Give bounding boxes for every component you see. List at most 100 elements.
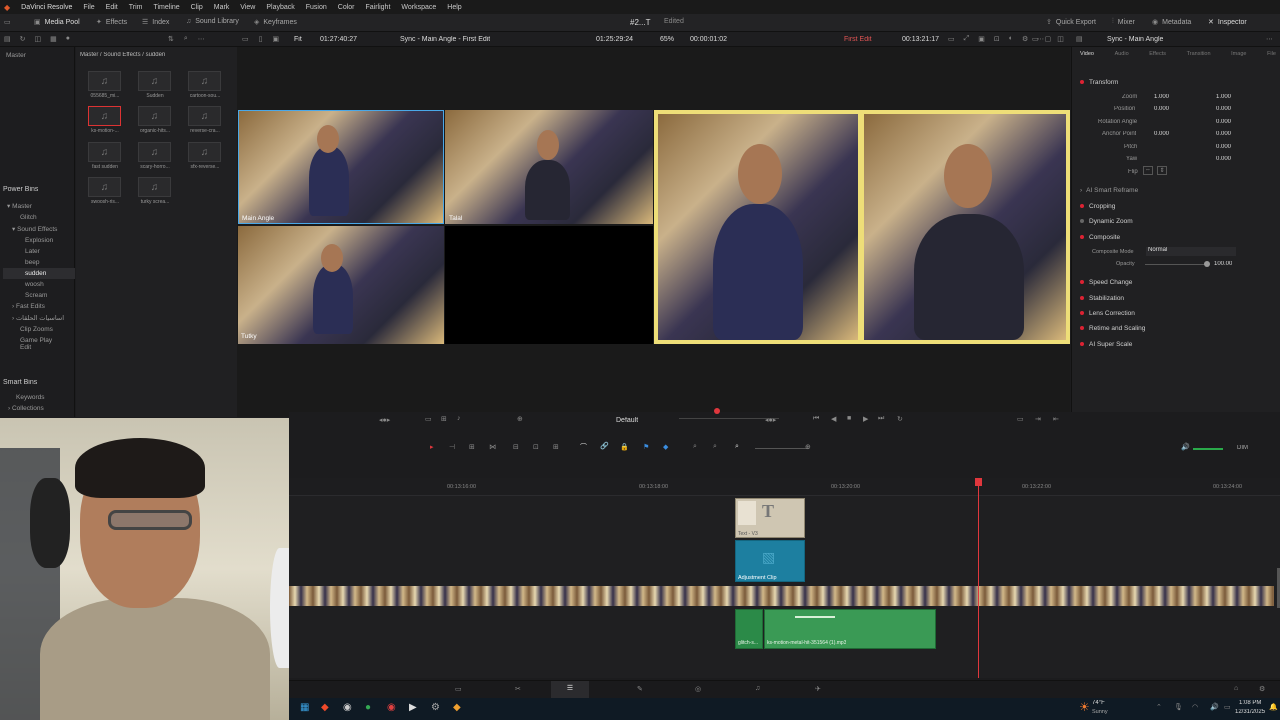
bin-sudden[interactable]: sudden [3,268,75,279]
anchor-x-field[interactable]: 0.000 [1154,131,1169,137]
menu-fairlight[interactable]: Fairlight [366,4,391,11]
clip-view-icon[interactable]: ▭ [1032,35,1039,43]
jog-shuttle-icon[interactable]: ◂●▸ [765,416,776,424]
bin-scream[interactable]: Scream [3,290,75,301]
section-retime-scaling[interactable]: Retime and Scaling [1080,322,1275,334]
clock-date[interactable]: 12/31/2025 [1235,709,1265,715]
file-explorer-icon[interactable]: ▦ [300,702,309,713]
media-page-icon[interactable]: ▭ [455,685,462,693]
inspector-toggle-icon[interactable]: ▤ [1076,35,1083,43]
timeline-zoom-slider[interactable] [755,448,809,449]
tray-wifi-icon[interactable]: ◠ [1192,703,1198,711]
bin-sound-effects[interactable]: ▾ Sound Effects [3,223,75,235]
bin-arabic[interactable]: › اساسيات الحلقات [3,312,75,324]
index-button[interactable]: ☰ Index [142,18,169,27]
overwrite-clip-icon[interactable]: ⊡ [533,443,539,451]
single-viewer-icon[interactable]: ▭ [242,35,249,43]
section-stabilization[interactable]: Stabilization [1080,292,1275,304]
cinema-viewer-icon[interactable]: ▣ [272,35,279,43]
playhead-handle[interactable] [975,478,982,486]
linked-selection-icon[interactable]: 🔗 [600,442,609,450]
smart-bin-collections[interactable]: › Collections [3,403,58,414]
opacity-field[interactable]: 100.00 [1214,261,1232,267]
color-page-icon[interactable]: ◎ [695,685,701,693]
section-enabled-icon[interactable] [1080,296,1084,300]
menu-fusion[interactable]: Fusion [306,4,327,11]
search-icon[interactable]: ⌕ [184,35,188,43]
audio-clip-glitch[interactable]: glitch-s... [735,609,763,649]
opacity-slider-handle[interactable] [1204,261,1210,267]
viewer-options-icon[interactable]: ▭ [1017,415,1024,423]
multicam-angle-talal[interactable]: Talal [445,110,653,224]
section-lens-correction[interactable]: Lens Correction [1080,307,1275,319]
inspector-more-icon[interactable]: ⋯ [1266,35,1273,43]
media-clip[interactable]: ♫ sfx-reverse... [188,142,221,186]
edit-page-tab[interactable]: ☰ [551,681,589,698]
flip-vertical-icon[interactable]: ⇕ [1157,166,1167,175]
section-transform[interactable]: Transform [1080,76,1275,88]
volume-slider[interactable] [1193,448,1223,450]
media-clip[interactable]: ♫ swoosh-ris... [88,177,121,221]
bin-beep[interactable]: beep [3,257,75,268]
flag-icon[interactable]: ⚑ [643,443,649,451]
rotation-field[interactable]: 0.000 [1216,119,1231,125]
safe-area-icon[interactable]: ⊡ [994,35,1000,43]
record-icon[interactable]: ● [66,35,70,43]
section-enabled-icon[interactable] [1080,280,1084,284]
smart-bin-keywords[interactable]: Keywords [3,392,58,403]
zoom-detail-icon[interactable]: ⌕ [713,443,717,451]
blade-tool-icon[interactable]: ⋈ [489,443,496,451]
clock-time[interactable]: 1:08 PM [1239,700,1261,706]
effects-button[interactable]: ✦ Effects [96,18,127,27]
menu-workspace[interactable]: Workspace [401,4,436,11]
section-enabled-icon[interactable] [1080,326,1084,330]
sound-library-button[interactable]: ♫ Sound Library [186,18,239,25]
chrome-icon[interactable]: ● [365,702,371,713]
split-icon[interactable]: ◫ [1057,35,1064,43]
tray-volume-icon[interactable]: 🔊 [1210,703,1219,711]
menu-color[interactable]: Color [338,4,355,11]
bin-later[interactable]: Later [3,246,75,257]
fullscreen-icon[interactable]: ⤢ [964,35,970,43]
inspector-button[interactable]: ✕ Inspector [1208,18,1247,27]
bin-glitch[interactable]: Glitch [3,212,75,223]
composite-mode-dropdown[interactable]: Normal [1146,247,1236,256]
timeline-ruler[interactable]: 00:13:16:00 00:13:18:00 00:13:20:00 00:1… [289,478,1280,496]
bin-clip-zooms[interactable]: Clip Zooms [3,324,75,335]
timeline-playhead[interactable] [978,478,979,678]
play-icon[interactable]: ▶ [863,415,868,423]
title-clip[interactable]: T Text - V3 [735,498,805,538]
audio-clip-ks-motion[interactable]: ks-motion-metal-hit-351564 (1).mp3 [764,609,936,649]
menu-trim[interactable]: Trim [129,4,143,11]
section-composite[interactable]: Composite [1080,231,1275,243]
zoom-x-field[interactable]: 1.000 [1154,94,1169,100]
position-y-field[interactable]: 0.000 [1216,106,1231,112]
fusion-page-icon[interactable]: ✎ [637,685,643,693]
grid-view-icon[interactable]: ▦ [50,35,57,43]
insert-clip-icon[interactable]: ⊟ [513,443,519,451]
section-enabled-icon[interactable] [1080,80,1084,84]
opacity-slider[interactable] [1145,264,1207,265]
deliver-page-icon[interactable]: ✈ [815,685,821,693]
audio-source-icon[interactable]: ♪ [457,415,461,422]
settings-app-icon[interactable]: ⚙ [431,702,440,713]
flip-horizontal-icon[interactable]: ⇔ [1143,166,1153,175]
tray-battery-icon[interactable]: ▭ [1224,703,1231,711]
trim-tool-icon[interactable]: ⊣ [449,443,455,451]
master-bin[interactable]: Master [6,52,26,59]
audio-meter-icon[interactable]: ◂●▸ [379,416,390,424]
media-clip[interactable]: ♫ turky screa... [138,177,171,221]
media-player-icon[interactable]: ▶ [409,702,417,713]
window-icon[interactable]: ▢ [1045,35,1052,43]
section-enabled-icon[interactable] [1080,342,1084,346]
tab-video[interactable]: Video [1080,51,1094,57]
menu-playback[interactable]: Playback [266,4,294,11]
yaw-field[interactable]: 0.000 [1216,156,1231,162]
section-enabled-icon[interactable] [1080,235,1084,239]
metadata-button[interactable]: ◉ Metadata [1152,18,1191,27]
snapping-icon[interactable]: ⌒ [580,442,587,452]
menu-clip[interactable]: Clip [191,4,203,11]
home-icon[interactable]: ⌂ [1234,685,1238,692]
bin-game-play-edit[interactable]: Game Play Edit [3,335,75,353]
timeline[interactable]: 00:13:16:00 00:13:18:00 00:13:20:00 00:1… [289,478,1280,678]
